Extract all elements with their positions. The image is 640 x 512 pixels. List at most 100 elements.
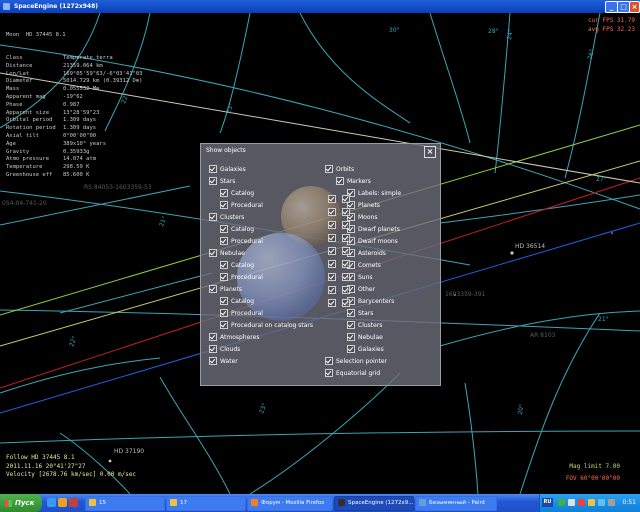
show-comets-option[interactable]: Comets: [347, 260, 381, 270]
checkbox[interactable]: [325, 164, 333, 173]
checkbox[interactable]: [336, 176, 344, 185]
start-button[interactable]: Пуск: [0, 494, 42, 512]
column-checkbox[interactable]: [342, 247, 350, 255]
show-suns-option[interactable]: Suns: [347, 272, 373, 282]
show-procedural-on-catalog-stars-option[interactable]: Procedural on catalog stars: [220, 320, 313, 330]
show-stars-option[interactable]: Stars: [209, 176, 235, 186]
checkbox[interactable]: [209, 284, 217, 293]
column-checkbox[interactable]: [328, 221, 336, 229]
checkbox[interactable]: [220, 272, 228, 281]
checkbox[interactable]: [220, 296, 228, 305]
tray-network-icon[interactable]: [558, 499, 565, 506]
taskbar-task-button[interactable]: Форум - Mozilla Firefox: [247, 496, 333, 511]
checkbox[interactable]: [209, 176, 217, 185]
column-checkbox[interactable]: [328, 260, 336, 268]
show-dwarf-moons-option[interactable]: Dwarf moons: [347, 236, 398, 246]
checkbox[interactable]: [209, 164, 217, 173]
checkbox[interactable]: [347, 320, 355, 329]
star-label[interactable]: 054-04-741-20: [2, 200, 47, 207]
column-checkbox[interactable]: [328, 247, 336, 255]
show-procedural-option[interactable]: Procedural: [220, 236, 263, 246]
checkbox[interactable]: [347, 308, 355, 317]
quicklaunch-app-icon[interactable]: [69, 498, 78, 507]
column-checkbox[interactable]: [328, 273, 336, 281]
show-water-option[interactable]: Water: [209, 356, 238, 366]
show-dwarf-planets-option[interactable]: Dwarf planets: [347, 224, 400, 234]
column-checkbox[interactable]: [342, 195, 350, 203]
column-checkbox[interactable]: [328, 195, 336, 203]
quicklaunch-folder-icon[interactable]: [58, 498, 67, 507]
show-nebulae-option[interactable]: Nebulae: [209, 248, 245, 258]
column-checkbox[interactable]: [328, 299, 336, 307]
checkbox[interactable]: [209, 344, 217, 353]
close-button[interactable]: ×: [629, 1, 640, 13]
checkbox[interactable]: [347, 344, 355, 353]
column-checkbox[interactable]: [342, 286, 350, 294]
checkbox[interactable]: [209, 248, 217, 257]
checkbox[interactable]: [220, 236, 228, 245]
show-labels-simple-option[interactable]: Labels: simple: [347, 188, 401, 198]
column-checkbox[interactable]: [328, 208, 336, 216]
checkbox[interactable]: [209, 356, 217, 365]
dialog-close-button[interactable]: ×: [424, 146, 436, 158]
show-clusters-option[interactable]: Clusters: [347, 320, 382, 330]
checkbox[interactable]: [325, 368, 333, 377]
show-procedural-option[interactable]: Procedural: [220, 308, 263, 318]
show-catalog-option[interactable]: Catalog: [220, 296, 254, 306]
show-orbits-option[interactable]: Orbits: [325, 164, 354, 174]
tray-messenger-icon[interactable]: [588, 499, 595, 506]
tray-update-icon[interactable]: [598, 499, 605, 506]
tray-volume-icon[interactable]: [568, 499, 575, 506]
checkbox[interactable]: [220, 200, 228, 209]
language-indicator[interactable]: RU: [542, 498, 553, 507]
show-clusters-option[interactable]: Clusters: [209, 212, 244, 222]
column-checkbox[interactable]: [328, 286, 336, 294]
show-stars-option[interactable]: Stars: [347, 308, 373, 318]
taskbar-task-button[interactable]: 17: [166, 496, 246, 511]
checkbox[interactable]: [209, 332, 217, 341]
column-checkbox[interactable]: [342, 273, 350, 281]
show-procedural-option[interactable]: Procedural: [220, 272, 263, 282]
quicklaunch-ie-icon[interactable]: [47, 498, 56, 507]
checkbox[interactable]: [220, 320, 228, 329]
star-label[interactable]: 1603359-391: [445, 291, 485, 298]
tray-misc-icon[interactable]: [608, 499, 615, 506]
column-checkbox[interactable]: [342, 260, 350, 268]
show-atmospheres-option[interactable]: Atmospheres: [209, 332, 259, 342]
checkbox[interactable]: [347, 332, 355, 341]
column-checkbox[interactable]: [342, 221, 350, 229]
space-viewport[interactable]: 30° 22° 23° 24° 26° 27° 28° 21° 22° 23° …: [0, 13, 640, 494]
show-asteroids-option[interactable]: Asteroids: [347, 248, 386, 258]
checkbox[interactable]: [220, 224, 228, 233]
show-catalog-option[interactable]: Catalog: [220, 260, 254, 270]
show-markers-option[interactable]: Markers: [336, 176, 371, 186]
show-nebulae-option[interactable]: Nebulae: [347, 332, 383, 342]
taskbar-task-button[interactable]: Безымянный - Paint: [415, 496, 497, 511]
show-planets-option[interactable]: Planets: [209, 284, 242, 294]
show-galaxies-option[interactable]: Galaxies: [347, 344, 384, 354]
checkbox[interactable]: [220, 188, 228, 197]
show-barycenters-option[interactable]: Barycenters: [347, 296, 394, 306]
column-checkbox[interactable]: [342, 208, 350, 216]
show-equatorial-grid-option[interactable]: Equatorial grid: [325, 368, 380, 378]
checkbox[interactable]: [220, 308, 228, 317]
checkbox[interactable]: [220, 260, 228, 269]
column-checkbox[interactable]: [342, 299, 350, 307]
column-checkbox[interactable]: [328, 234, 336, 242]
tray-antivirus-icon[interactable]: [578, 499, 585, 506]
show-selection-pointer-option[interactable]: Selection pointer: [325, 356, 387, 366]
star-label[interactable]: AR 8103: [530, 332, 555, 339]
taskbar-task-button[interactable]: SpaceEngine (1272x9...: [334, 496, 414, 511]
taskbar-task-button[interactable]: 15: [85, 496, 165, 511]
show-catalog-option[interactable]: Catalog: [220, 188, 254, 198]
checkbox[interactable]: [325, 356, 333, 365]
show-planets-option[interactable]: Planets: [347, 200, 380, 210]
show-other-option[interactable]: Other: [347, 284, 375, 294]
star-label[interactable]: HD 36514: [515, 243, 545, 250]
title-bar[interactable]: SpaceEngine (1272x948) _ □ ×: [0, 0, 640, 13]
checkbox[interactable]: [209, 212, 217, 221]
show-catalog-option[interactable]: Catalog: [220, 224, 254, 234]
show-clouds-option[interactable]: Clouds: [209, 344, 240, 354]
show-moons-option[interactable]: Moons: [347, 212, 377, 222]
column-checkbox[interactable]: [342, 234, 350, 242]
